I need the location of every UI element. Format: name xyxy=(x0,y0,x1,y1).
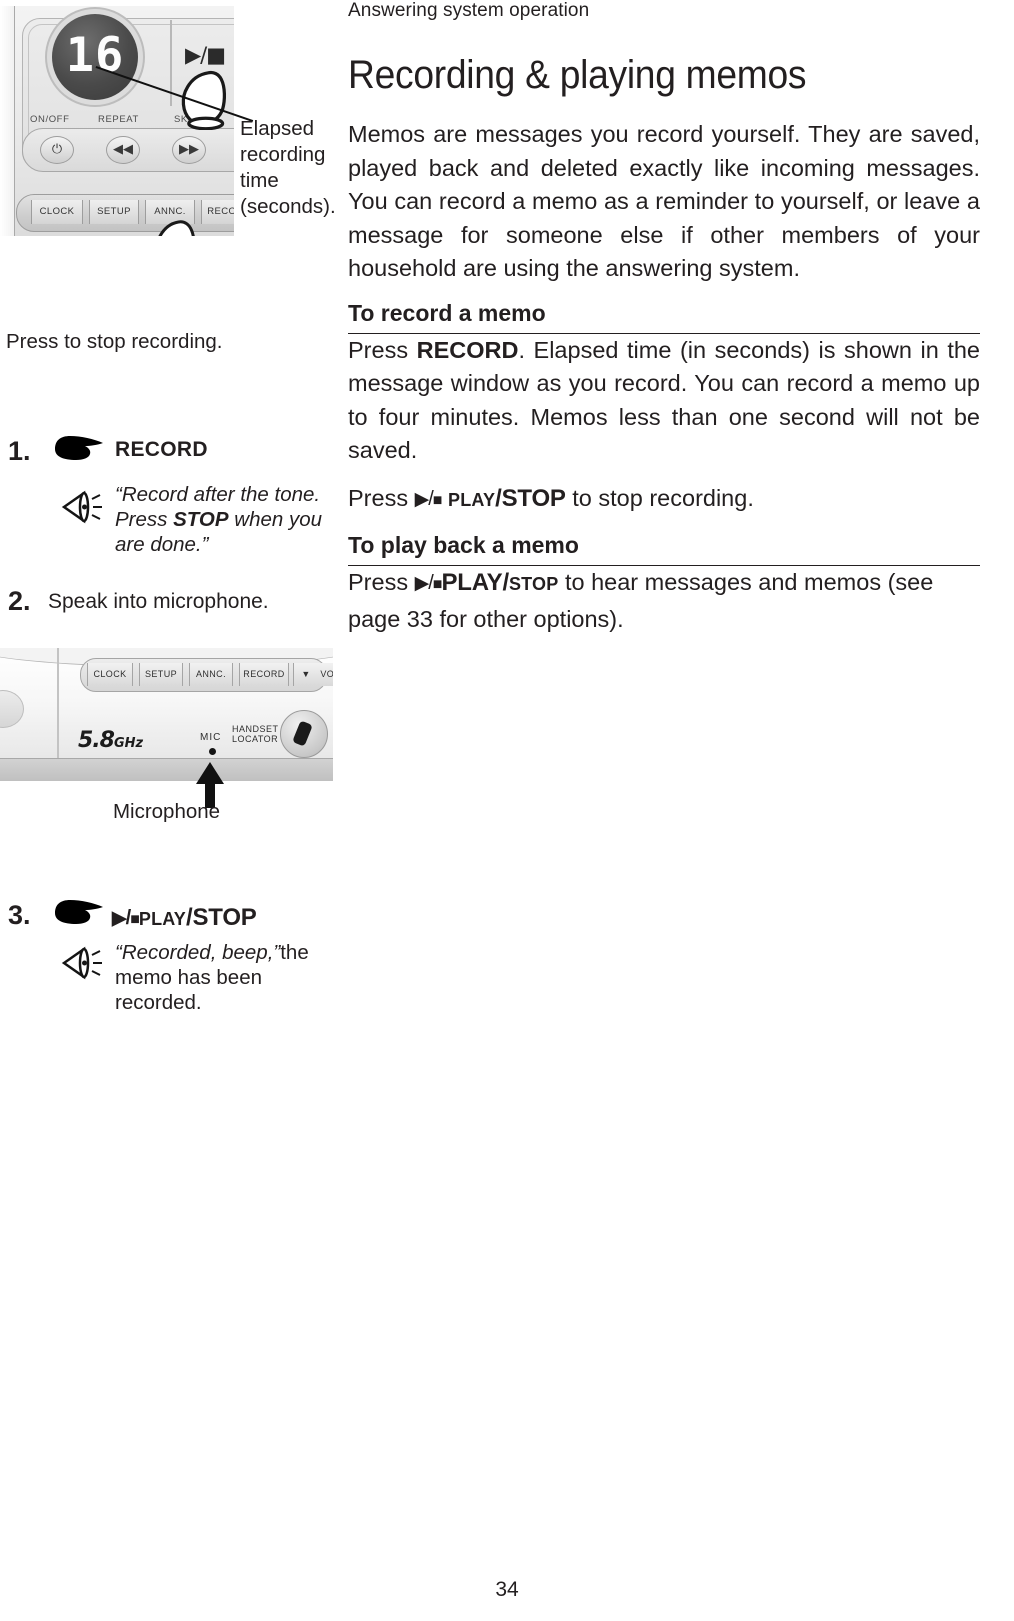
record-button-2[interactable]: RECORD xyxy=(239,663,289,686)
handset-locator-line1: HANDSET xyxy=(232,724,279,734)
step-3-stop-label: STOP xyxy=(192,904,257,931)
intro-paragraph: Memos are messages you record yourself. … xyxy=(348,121,980,281)
device-seam-line xyxy=(57,648,59,771)
section-heading-record: To record a memo xyxy=(348,300,980,334)
play-stop-key-inline-1: ▶/■ PLAY/STOP xyxy=(414,484,566,512)
step-1-number: 1. xyxy=(8,436,31,466)
setup-button-2[interactable]: SETUP xyxy=(139,663,183,686)
vol-down-button-2[interactable]: ▼ xyxy=(293,663,318,686)
press-to-stop-caption: Press to stop recording. xyxy=(6,330,223,353)
play-label-1: PLAY xyxy=(448,489,496,510)
microphone-caption: Microphone xyxy=(112,800,221,823)
handset-locator-label: HANDSET LOCATOR xyxy=(232,724,279,744)
stop-recording-line: Press ▶/■ PLAY/STOP to stop recording. xyxy=(348,482,980,519)
label-on-off: ON/OFF xyxy=(30,114,70,125)
stop-line-post: to stop recording. xyxy=(565,484,754,511)
step-3-voice-prompt: “Recorded, beep,”the memo has been recor… xyxy=(115,940,330,1015)
speaker-icon-step1 xyxy=(61,490,102,524)
clock-button[interactable]: CLOCK xyxy=(31,200,83,224)
running-head: Answering system operation xyxy=(348,0,590,21)
step-1-quote-bold: STOP xyxy=(173,508,229,531)
brand-frequency: 5.8GHz xyxy=(78,728,143,753)
pointing-hand-icon-step3 xyxy=(55,900,103,924)
right-column: Recording & playing memos Memos are mess… xyxy=(348,52,980,650)
play-line-pre: Press xyxy=(348,569,415,595)
label-repeat: REPEAT xyxy=(98,114,139,125)
stop-line-pre: Press xyxy=(348,484,415,511)
elapsed-time-callout: Elapsed recording time (seconds). xyxy=(240,117,336,218)
stop-label-2: STOP xyxy=(508,574,559,594)
device-left-knob xyxy=(0,690,24,728)
clock-button-2[interactable]: CLOCK xyxy=(87,663,133,686)
section-heading-playback: To play back a memo xyxy=(348,532,980,566)
record-paragraph: Press RECORD. Elapsed time (in seconds) … xyxy=(348,334,980,468)
device-button-bar: CLOCK SETUP ANNC. RECORD ▼ VOL ▲ xyxy=(80,658,333,692)
playback-paragraph: Press ▶/■PLAY/STOP to hear messages and … xyxy=(348,566,980,636)
annc-button-2[interactable]: ANNC. xyxy=(189,663,233,686)
speaker-icon-step3 xyxy=(61,946,102,980)
step-1-voice-prompt: “Record after the tone. Press STOP when … xyxy=(115,482,330,557)
vol-label-2: VOL xyxy=(317,663,333,686)
handset-locator-line2: LOCATOR xyxy=(232,734,279,744)
play-triangle-icon-step3: ▶/■ xyxy=(112,907,140,929)
step-3-play-label: PLAY xyxy=(138,909,187,929)
record-key-label: RECORD xyxy=(416,336,519,363)
device-left-edge xyxy=(0,6,15,236)
power-button[interactable]: ⏻ xyxy=(40,136,74,164)
step-3-number: 3. xyxy=(8,900,31,930)
play-stop-glyphs-2: ▶/■ xyxy=(414,572,443,594)
page-title: Recording & playing memos xyxy=(348,53,807,97)
pointing-hand-icon-play-stop xyxy=(181,70,227,130)
answering-machine-base-photo: CLOCK SETUP ANNC. RECORD ▼ VOL ▲ 5.8GHz … xyxy=(0,648,333,781)
skip-button[interactable]: ▶▶ xyxy=(172,136,206,164)
play-label-2: PLAY xyxy=(441,569,503,596)
play-stop-glyphs-1: ▶/■ xyxy=(414,487,443,510)
step-2-instruction: Speak into microphone. xyxy=(48,590,269,613)
pointing-hand-icon-step1 xyxy=(55,436,103,460)
device-base-lip xyxy=(0,758,333,781)
microphone-hole xyxy=(209,748,216,755)
answering-machine-top-photo: 16 ▶/■ ON/OFF REPEAT SKIP ETE ⏻ ◀◀ ▶▶ ✕ … xyxy=(0,6,234,236)
record-paragraph-pre: Press xyxy=(348,336,417,363)
step-1-key-label: RECORD xyxy=(115,438,208,461)
handset-locator-button[interactable] xyxy=(280,710,328,758)
play-stop-key-inline-2: ▶/■PLAY/STOP xyxy=(414,569,559,596)
mic-label: MIC xyxy=(200,732,222,743)
step-2-number: 2. xyxy=(8,586,31,616)
pointing-hand-icon-record xyxy=(158,220,195,236)
lcd-elapsed-value: 16 xyxy=(65,28,125,83)
setup-button[interactable]: SETUP xyxy=(89,200,139,224)
step-3-play-stop-key: ▶/■PLAY/STOP xyxy=(112,904,257,932)
stop-label-1: STOP xyxy=(501,484,566,512)
page-number: 34 xyxy=(495,1578,519,1601)
step-3-quote-italic: “Recorded, beep,” xyxy=(115,941,281,964)
brand-frequency-unit: GHz xyxy=(113,736,144,751)
repeat-button[interactable]: ◀◀ xyxy=(106,136,140,164)
message-window-display: 16 xyxy=(52,14,138,100)
brand-frequency-number: 5.8 xyxy=(78,728,115,753)
